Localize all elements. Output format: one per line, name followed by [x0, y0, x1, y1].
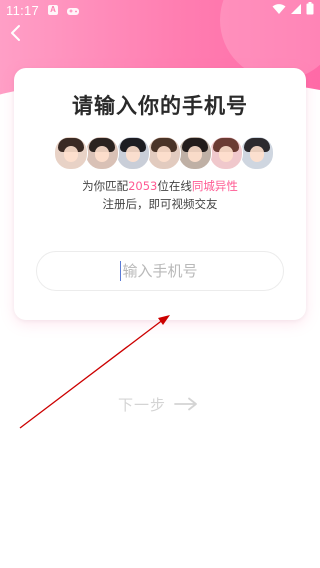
screen: 11:17 A 请输入你的手机号 为你匹配2053位在线同城异性 注册后，即可视…	[0, 0, 320, 568]
next-button-label: 下一步	[118, 395, 167, 414]
avatar	[85, 136, 119, 170]
avatar-face	[219, 146, 233, 162]
next-button[interactable]: 下一步	[118, 392, 198, 416]
match-prefix: 为你匹配	[82, 179, 129, 193]
app-notification-letter: A	[50, 5, 56, 14]
status-time: 11:17	[6, 3, 40, 18]
login-card: 请输入你的手机号 为你匹配2053位在线同城异性 注册后，即可视频交友	[14, 68, 306, 320]
arrow-right-icon	[174, 397, 198, 411]
match-mid: 位在线	[157, 179, 192, 193]
avatar-row	[54, 136, 274, 170]
avatar	[54, 136, 88, 170]
register-hint: 注册后，即可视频交友	[102, 197, 218, 211]
avatar	[147, 136, 181, 170]
avatar	[116, 136, 150, 170]
app-notification-icon: A	[48, 5, 58, 15]
avatar-face	[95, 146, 109, 162]
avatar	[178, 136, 212, 170]
avatar	[209, 136, 243, 170]
gamepad-notification-icon	[66, 5, 80, 15]
signal-icon	[290, 3, 302, 18]
wifi-icon	[272, 3, 286, 18]
text-cursor	[120, 261, 121, 281]
back-button[interactable]	[4, 22, 26, 48]
avatar-face	[157, 146, 171, 162]
phone-input[interactable]	[36, 251, 284, 291]
online-count: 2053	[128, 179, 158, 193]
match-text: 为你匹配2053位在线同城异性	[14, 178, 306, 194]
match-highlight: 同城异性	[191, 179, 238, 193]
battery-icon	[306, 2, 314, 18]
status-right-icons	[272, 2, 314, 18]
avatar-face	[64, 146, 78, 162]
page-title: 请输入你的手机号	[72, 94, 248, 118]
avatar-face	[126, 146, 140, 162]
avatar-face	[250, 146, 264, 162]
avatar-face	[188, 146, 202, 162]
back-arrow-icon	[9, 24, 21, 46]
avatar	[240, 136, 274, 170]
status-bar: 11:17 A	[0, 0, 320, 22]
